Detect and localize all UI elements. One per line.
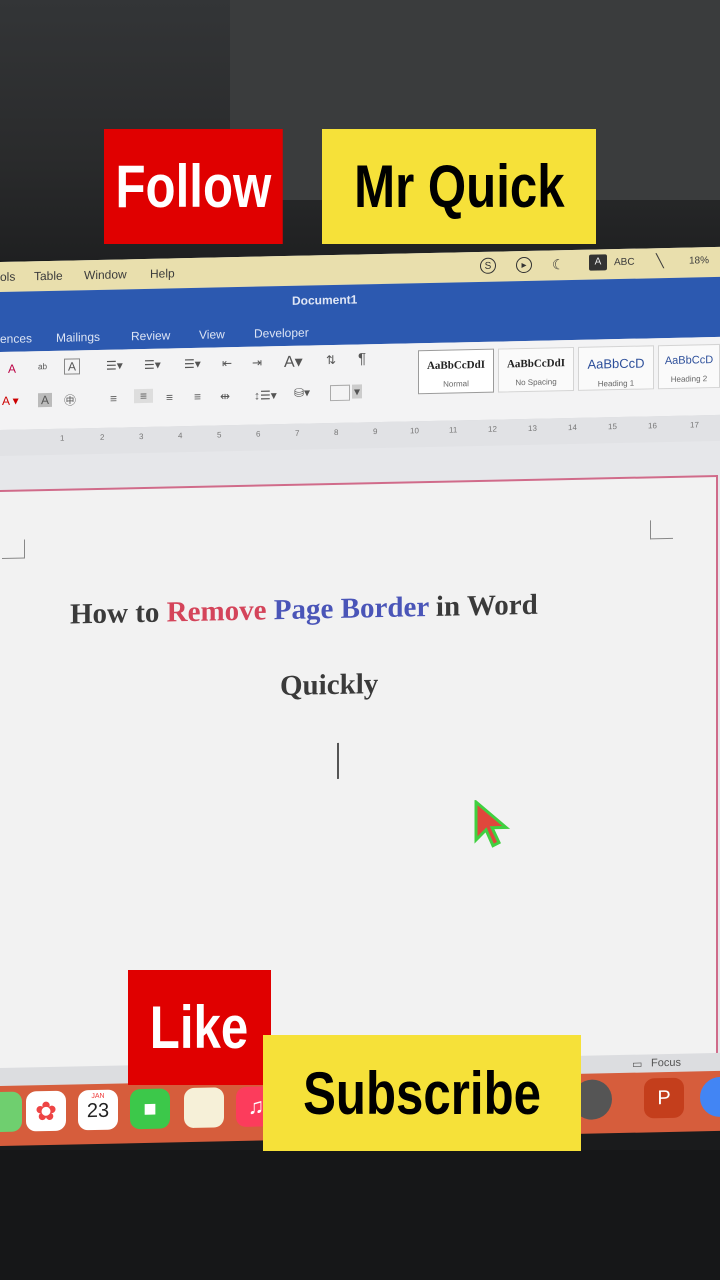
like-banner: Like — [128, 970, 271, 1085]
battery-percent: 18% — [689, 255, 710, 267]
decrease-indent-icon[interactable]: ⇤ — [222, 356, 232, 370]
bullets-icon[interactable]: ☰▾ — [106, 358, 123, 372]
tab-view[interactable]: View — [199, 327, 225, 342]
menu-tools[interactable]: ols — [0, 270, 15, 284]
ruler-tick: 17 — [690, 420, 699, 430]
laptop-screen: ols Table Window Help S ▸ ☾ A ABC ╲ 18% … — [0, 246, 720, 1146]
ruler-tick: 5 — [217, 430, 222, 440]
numbering-icon[interactable]: ☰▾ — [144, 358, 161, 372]
facetime-icon[interactable]: ■ — [130, 1088, 170, 1130]
ruler-tick: 15 — [608, 422, 617, 432]
ruler-tick: 12 — [488, 424, 497, 434]
slash-icon: ╲ — [656, 253, 664, 269]
calendar-icon[interactable]: JAN 23 — [78, 1089, 118, 1131]
borders-icon[interactable] — [330, 384, 350, 402]
line-spacing-icon[interactable]: ↕☰▾ — [254, 388, 277, 402]
borders-dropdown-icon[interactable]: ▾ — [352, 384, 363, 399]
ruler-tick: 14 — [568, 422, 577, 433]
ruler-tick: 2 — [100, 432, 105, 442]
increase-indent-icon[interactable]: ⇥ — [252, 356, 262, 370]
shading-icon[interactable]: ⛁▾ — [294, 386, 310, 400]
like-text: Like — [150, 994, 249, 1061]
text-caret — [337, 742, 339, 779]
channel-name-text: Mr Quick — [353, 153, 565, 220]
ruler-tick: 16 — [648, 421, 657, 431]
subscribe-banner: Subscribe — [263, 1035, 581, 1151]
ruler-tick: 9 — [373, 427, 378, 437]
ruler-tick: 8 — [334, 427, 339, 438]
style-no-spacing[interactable]: AaBbCcDdI No Spacing — [498, 346, 574, 393]
ruler-tick: 3 — [139, 431, 144, 442]
menu-window[interactable]: Window — [84, 267, 127, 282]
style-heading-2[interactable]: AaBbCcD Heading 2 — [658, 343, 720, 390]
ruler-tick: 1 — [60, 433, 65, 443]
focus-icon[interactable]: ▭ — [632, 1058, 642, 1071]
ruler-tick: 6 — [256, 429, 261, 439]
input-source-badge[interactable]: A — [589, 254, 607, 271]
subscribe-text: Subscribe — [303, 1059, 541, 1127]
tab-review[interactable]: Review — [131, 328, 170, 343]
justify-icon[interactable]: ≡ — [194, 390, 201, 404]
style-normal[interactable]: AaBbCcDdI Normal — [418, 348, 494, 395]
margin-corner-left — [2, 539, 25, 559]
word-page-border: Page Border — [273, 591, 429, 627]
follow-banner: Follow — [104, 129, 283, 244]
focus-button[interactable]: Focus — [651, 1057, 681, 1070]
notes-icon[interactable] — [184, 1087, 224, 1129]
ruler-tick: 11 — [449, 425, 458, 435]
change-case-icon[interactable]: ᵃᵇ — [38, 361, 47, 375]
skype-icon[interactable]: S — [480, 257, 496, 274]
tab-developer[interactable]: Developer — [254, 326, 309, 341]
align-right-icon[interactable]: ≡ — [166, 390, 173, 404]
powerpoint-icon[interactable]: P — [644, 1077, 684, 1119]
tab-mailings[interactable]: Mailings — [56, 330, 100, 345]
text-style-icon[interactable]: A▾ — [284, 352, 303, 372]
document-title: Document1 — [292, 292, 358, 308]
word-remove: Remove — [166, 594, 267, 629]
sort-icon[interactable]: ⇅ — [326, 353, 336, 367]
align-center-icon[interactable]: ≡ — [134, 388, 154, 404]
menu-help[interactable]: Help — [150, 266, 175, 281]
highlight-icon[interactable]: A — [38, 392, 53, 408]
distributed-icon[interactable]: ⇹ — [220, 389, 230, 403]
moon-icon[interactable]: ☾ — [552, 256, 565, 273]
multilevel-list-icon[interactable]: ☰▾ — [184, 357, 201, 371]
document-heading-line2[interactable]: Quickly — [280, 668, 378, 703]
dock-app-maps[interactable] — [0, 1091, 22, 1133]
input-source-label: ABC — [614, 256, 635, 269]
font-color-icon[interactable]: A ▾ — [2, 394, 19, 408]
enclose-char-icon[interactable]: ㊥ — [64, 391, 76, 408]
ruler-tick: 13 — [528, 423, 537, 433]
photos-icon[interactable]: ✿ — [26, 1090, 66, 1132]
ruler-tick: 7 — [295, 428, 300, 438]
clear-format-icon[interactable]: A — [64, 358, 81, 375]
margin-corner-right — [650, 519, 673, 540]
pilcrow-icon[interactable]: ¶ — [358, 350, 366, 367]
menu-table[interactable]: Table — [34, 269, 63, 284]
tab-references[interactable]: ences — [0, 331, 32, 346]
ruler-tick: 10 — [410, 426, 419, 436]
ruler-tick: 4 — [178, 431, 183, 441]
chrome-icon[interactable] — [700, 1076, 720, 1118]
align-left-icon[interactable]: ≡ — [110, 392, 117, 406]
document-heading-line1[interactable]: How to Remove Page Border in Word — [70, 589, 538, 632]
channel-name-banner: Mr Quick — [322, 129, 596, 244]
mouse-pointer-icon — [474, 799, 510, 848]
style-heading-1[interactable]: AaBbCcD Heading 1 — [578, 345, 654, 391]
text-effects-icon[interactable]: A — [8, 362, 16, 376]
document-page[interactable]: How to Remove Page Border in Word Quickl… — [0, 474, 718, 1070]
play-circle-icon[interactable]: ▸ — [516, 256, 532, 274]
laptop-bezel — [0, 1150, 720, 1280]
